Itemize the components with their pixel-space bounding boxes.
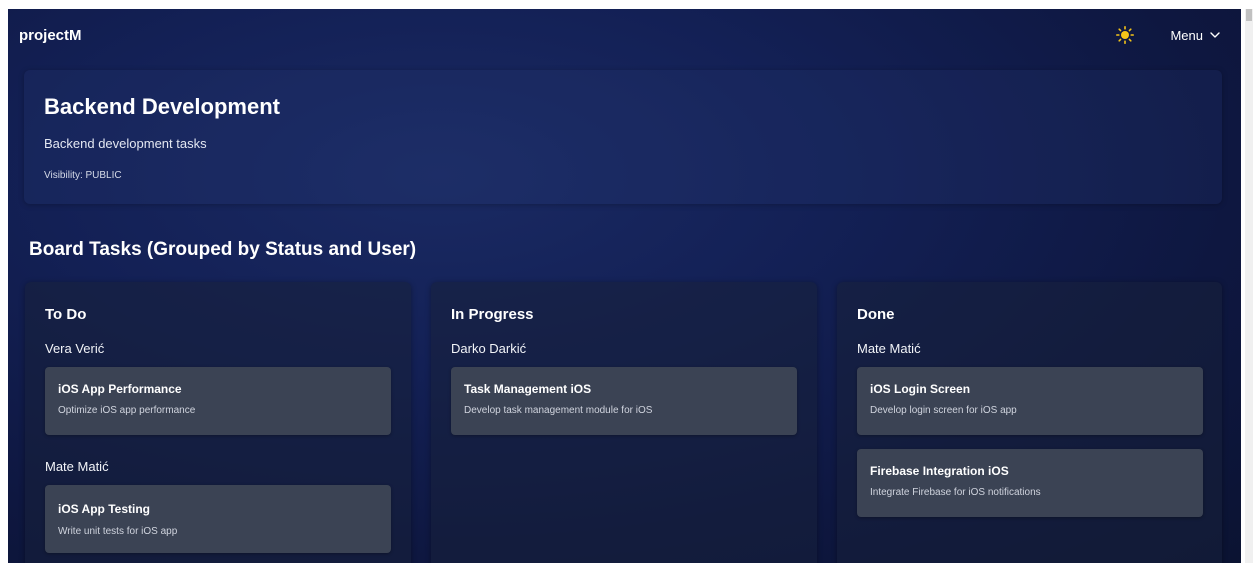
menu-button[interactable]: Menu <box>1170 28 1221 43</box>
column-title: Done <box>857 306 895 323</box>
task-card[interactable]: Task Management iOS Develop task managem… <box>451 367 797 435</box>
navbar-tools: Menu <box>1116 26 1221 44</box>
user-group-name: Mate Matić <box>45 459 109 474</box>
board-header-card: Backend Development Backend development … <box>24 70 1222 204</box>
user-group-name: Darko Darkić <box>451 341 527 356</box>
column-in-progress: In Progress Darko Darkić Task Management… <box>431 282 817 563</box>
column-title: To Do <box>45 306 87 323</box>
board-visibility: Visibility: PUBLIC <box>44 170 122 181</box>
task-title: Task Management iOS <box>464 382 592 396</box>
chevron-down-icon <box>1209 29 1221 41</box>
top-navbar: projectM Menu <box>8 9 1241 61</box>
task-card[interactable]: iOS App Testing Write unit tests for iOS… <box>45 485 391 553</box>
board-title: Backend Development <box>44 94 280 119</box>
sun-icon[interactable] <box>1116 26 1135 44</box>
column-to-do: To Do Vera Verić iOS App Performance Opt… <box>25 282 411 563</box>
section-title: Board Tasks (Grouped by Status and User) <box>29 239 417 260</box>
task-description: Develop login screen for iOS app <box>870 405 1017 416</box>
app-window: projectM Menu Backend Development Backen… <box>8 9 1241 563</box>
menu-label: Menu <box>1170 27 1203 43</box>
task-description: Integrate Firebase for iOS notifications <box>870 487 1041 498</box>
task-title: Firebase Integration iOS <box>870 464 1009 478</box>
task-card[interactable]: Firebase Integration iOS Integrate Fireb… <box>857 449 1203 517</box>
board-description: Backend development tasks <box>44 136 207 151</box>
task-description: Write unit tests for iOS app <box>58 526 178 537</box>
task-title: iOS Login Screen <box>870 382 971 396</box>
task-title: iOS App Performance <box>58 382 182 396</box>
user-group-name: Vera Verić <box>45 341 105 356</box>
user-group-name: Mate Matić <box>857 341 921 356</box>
task-title: iOS App Testing <box>58 502 150 516</box>
page-scrollbar[interactable] <box>1245 9 1253 563</box>
task-card[interactable]: iOS Login Screen Develop login screen fo… <box>857 367 1203 435</box>
column-done: Done Mate Matić iOS Login Screen Develop… <box>837 282 1222 563</box>
task-description: Develop task management module for iOS <box>464 405 653 416</box>
brand-logo[interactable]: projectM <box>19 27 82 44</box>
task-card[interactable]: iOS App Performance Optimize iOS app per… <box>45 367 391 435</box>
column-title: In Progress <box>451 306 534 323</box>
task-description: Optimize iOS app performance <box>58 405 196 416</box>
scrollbar-thumb[interactable] <box>1246 9 1252 21</box>
